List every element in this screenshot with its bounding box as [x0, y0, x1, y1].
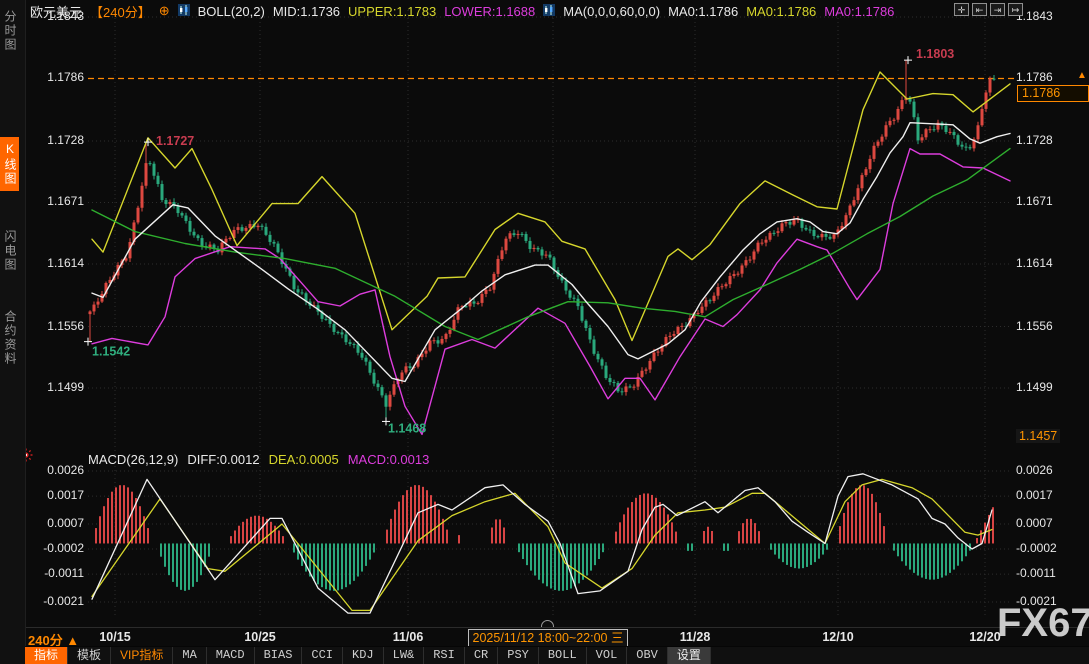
macd-dea-value: DEA:0.0005	[269, 452, 339, 467]
toolbar-item-设置[interactable]: 设置	[668, 647, 711, 664]
price-tick-right: 1.1556	[1016, 319, 1053, 333]
price-tick-left: 1.1728	[33, 133, 84, 147]
plus-circle-icon[interactable]: ⊕	[159, 3, 170, 19]
price-tick-left: 1.1671	[33, 194, 84, 208]
macd-tick-left: 0.0017	[33, 488, 84, 502]
toolbar-item-LW&[interactable]: LW&	[384, 647, 425, 664]
macd-tick-left: -0.0002	[33, 541, 84, 555]
svg-text:1.1468: 1.1468	[388, 421, 426, 435]
indicator-toolbar: 指标模板VIP指标MAMACDBIASCCIKDJLW&RSICRPSYBOLL…	[25, 646, 1089, 664]
toolbar-item-RSI[interactable]: RSI	[424, 647, 465, 664]
toolbar-item-BOLL[interactable]: BOLL	[539, 647, 587, 664]
toolbar-item-CCI[interactable]: CCI	[302, 647, 343, 664]
price-up-arrow-icon: ▲	[1077, 70, 1087, 81]
pan-icon[interactable]: ✛	[954, 3, 969, 16]
ma0-value-2: MA0:1.1786	[746, 4, 816, 19]
chart-header: 欧元美元 【240分】 ⊕ BOLL(20,2) MID:1.1736 UPPE…	[30, 3, 894, 19]
scale-right-icon[interactable]: ⇥	[990, 3, 1005, 16]
macd-diff-value: DIFF:0.0012	[187, 452, 259, 467]
macd-tick-left: -0.0011	[33, 566, 84, 580]
toolbar-item-CR[interactable]: CR	[465, 647, 498, 664]
toolbar-item-VOL[interactable]: VOL	[587, 647, 628, 664]
macd-title: MACD(26,12,9)	[88, 452, 178, 467]
ma0-value-3: MA0:1.1786	[824, 4, 894, 19]
time-tick: 11/06	[373, 630, 443, 644]
chart-canvas[interactable]: 1.1727 1.1542 1.1468 1.1803	[0, 0, 1089, 664]
ma0-value-1: MA0:1.1786	[668, 4, 738, 19]
current-price-badge: 1.1786	[1017, 85, 1089, 102]
boll-indicator-icon[interactable]	[178, 4, 190, 19]
chart-app: 1.1727 1.1542 1.1468 1.1803 分时图 K线图闪电图合约资料 欧…	[0, 0, 1089, 664]
sidebar-tab-2[interactable]: K线图	[0, 137, 19, 191]
ma-label: MA(0,0,0,60,0,0)	[563, 4, 660, 19]
svg-text:1.1542: 1.1542	[92, 345, 130, 359]
crosshair-time-readout: 2025/11/12 18:00~22:00 三	[468, 629, 628, 647]
range-low-label: 1.1457	[1016, 429, 1060, 443]
time-tick: 11/28	[660, 630, 730, 644]
macd-header: MACD(26,12,9) DIFF:0.0012 DEA:0.0005 MAC…	[88, 452, 429, 467]
sidebar-tab-1[interactable]: 分时图	[0, 5, 19, 57]
boll-label: BOLL(20,2)	[198, 4, 265, 19]
price-tick-right: 1.1614	[1016, 256, 1053, 270]
brand-watermark: FX678	[997, 601, 1089, 646]
macd-tick-left: 0.0007	[33, 516, 84, 530]
sidebar-tab-4[interactable]: 合约资料	[0, 305, 19, 371]
macd-tick-right: -0.0011	[1016, 566, 1056, 580]
toolbar-item-模板[interactable]: 模板	[68, 647, 111, 664]
toolbar-item-MACD[interactable]: MACD	[207, 647, 255, 664]
time-tick: 12/10	[803, 630, 873, 644]
boll-mid-value: MID:1.1736	[273, 4, 340, 19]
sidebar: 分时图 K线图闪电图合约资料	[0, 0, 26, 664]
macd-tick-right: 0.0017	[1016, 488, 1053, 502]
toolbar-item-KDJ[interactable]: KDJ	[343, 647, 384, 664]
ma-indicator-icon[interactable]	[543, 4, 555, 19]
scale-left-icon[interactable]: ⇤	[972, 3, 987, 16]
sidebar-tab-3[interactable]: 闪电图	[0, 225, 19, 277]
toolbar-item-BIAS[interactable]: BIAS	[255, 647, 303, 664]
macd-tick-right: 0.0026	[1016, 463, 1053, 477]
macd-tick-left: 0.0026	[33, 463, 84, 477]
price-tick-left: 1.1556	[33, 319, 84, 333]
symbol-name: 欧元美元	[30, 2, 82, 21]
toolbar-item-PSY[interactable]: PSY	[498, 647, 539, 664]
price-tick-left: 1.1786	[33, 70, 84, 84]
time-axis-row: 240分 ▲ 2025/11/12 18:00~22:00 三 10/1510/…	[0, 627, 1089, 647]
chart-corner-toolbar: ✛ ⇤ ⇥ ↦	[954, 3, 1023, 16]
price-tick-right: 1.1786	[1016, 70, 1053, 84]
macd-tick-right: 0.0007	[1016, 516, 1053, 530]
price-tick-right: 1.1671	[1016, 194, 1053, 208]
boll-lower-value: LOWER:1.1688	[444, 4, 535, 19]
macd-macd-value: MACD:0.0013	[348, 452, 430, 467]
time-tick: 10/25	[225, 630, 295, 644]
price-tick-left: 1.1614	[33, 256, 84, 270]
price-tick-right: 1.1728	[1016, 133, 1053, 147]
toolbar-item-VIP指标[interactable]: VIP指标	[111, 647, 173, 664]
price-tick-right: 1.1499	[1016, 380, 1053, 394]
svg-text:1.1727: 1.1727	[156, 134, 194, 148]
macd-tick-left: -0.0021	[33, 594, 84, 608]
price-tick-left: 1.1499	[33, 380, 84, 394]
period-tag: 【240分】	[90, 2, 151, 21]
toolbar-item-OBV[interactable]: OBV	[627, 647, 668, 664]
page-shift-icon[interactable]: ↦	[1008, 3, 1023, 16]
toolbar-item-MA[interactable]: MA	[173, 647, 206, 664]
macd-tick-right: -0.0002	[1016, 541, 1057, 555]
boll-upper-value: UPPER:1.1783	[348, 4, 436, 19]
time-tick: 10/15	[80, 630, 150, 644]
toolbar-item-指标[interactable]: 指标	[25, 647, 68, 664]
svg-text:1.1803: 1.1803	[916, 47, 954, 61]
